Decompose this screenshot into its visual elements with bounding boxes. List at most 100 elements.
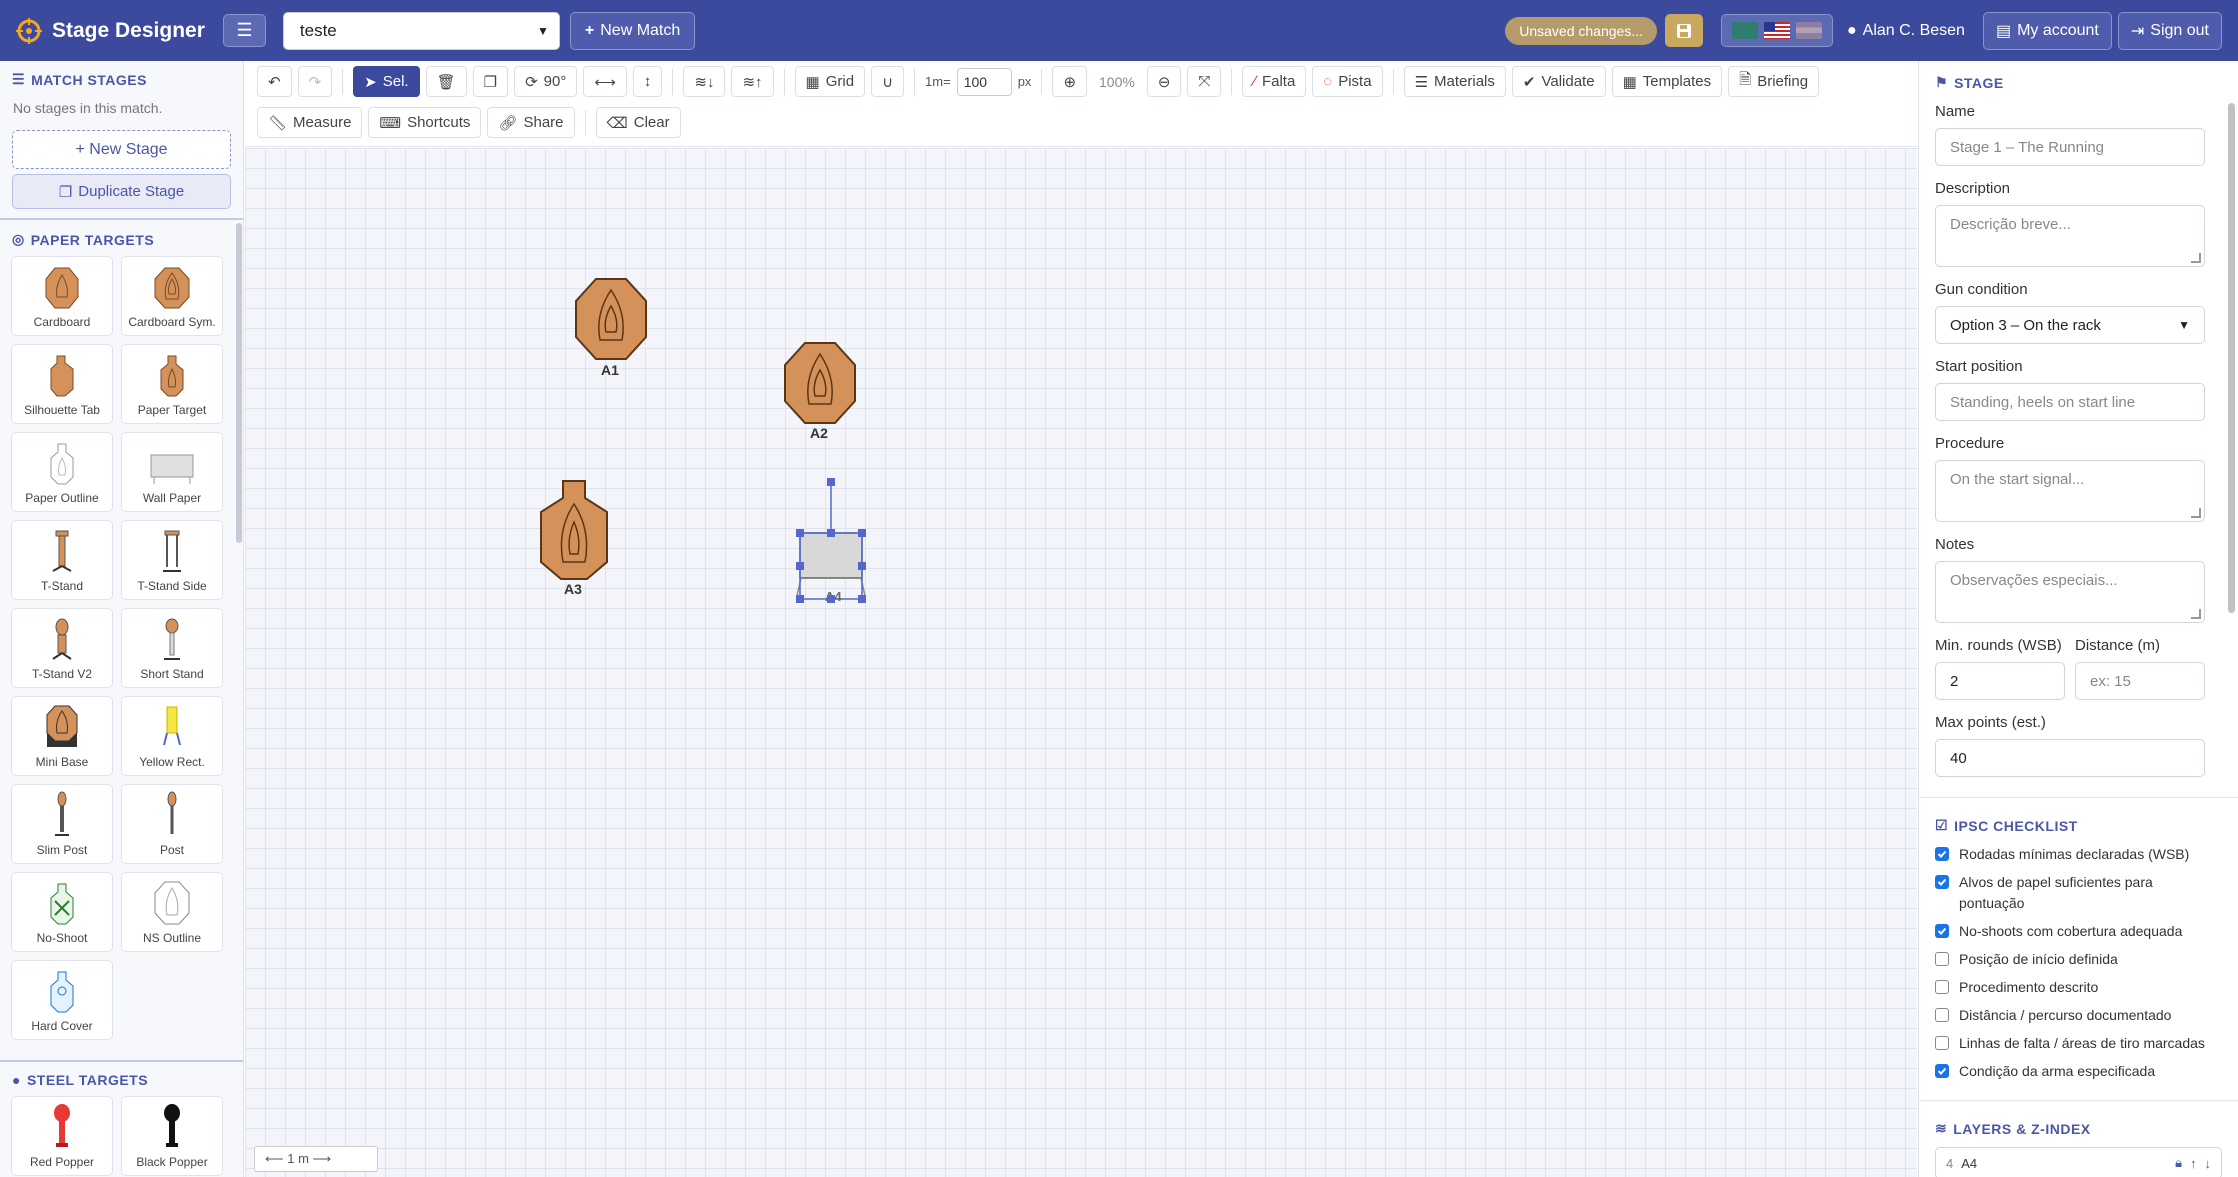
target-t-stand-v2[interactable]: T-Stand V2 bbox=[11, 608, 113, 688]
scale-unit: px bbox=[1017, 74, 1032, 89]
checklist-item[interactable]: Linhas de falta / áreas de tiro marcadas bbox=[1935, 1033, 2222, 1054]
flip-horizontal-button[interactable]: ⟷ bbox=[583, 66, 627, 97]
target-t-stand[interactable]: T-Stand bbox=[11, 520, 113, 600]
stage-name-input[interactable]: Stage 1 – The Running bbox=[1935, 128, 2205, 166]
brand[interactable]: Stage Designer bbox=[16, 17, 205, 44]
templates-button[interactable]: ▦ Templates bbox=[1611, 66, 1723, 97]
arrow-up-icon[interactable]: ↑ bbox=[2190, 1156, 2197, 1171]
target-cardboard-sym[interactable]: Cardboard Sym. bbox=[121, 256, 223, 336]
shortcuts-button[interactable]: ⌨ Shortcuts bbox=[368, 107, 482, 138]
arrow-down-icon[interactable]: ↓ bbox=[2205, 1156, 2212, 1171]
checkbox-empty-icon[interactable] bbox=[1935, 1008, 1949, 1022]
pista-button[interactable]: ◌ Pista bbox=[1312, 66, 1383, 97]
checklist-item[interactable]: Rodadas mínimas declaradas (WSB) bbox=[1935, 844, 2222, 865]
grid-toggle-button[interactable]: ▦ Grid bbox=[794, 66, 866, 97]
checklist-item[interactable]: Distância / percurso documentado bbox=[1935, 1005, 2222, 1026]
undo-icon: ↶ bbox=[268, 73, 281, 91]
distance-input[interactable]: ex: 15 bbox=[2075, 662, 2205, 700]
new-stage-button[interactable]: + New Stage bbox=[12, 130, 231, 169]
target-no-shoot[interactable]: No-Shoot bbox=[11, 872, 113, 952]
target-paper-outline[interactable]: Paper Outline bbox=[11, 432, 113, 512]
select-tool-button[interactable]: ➤ Sel. bbox=[353, 66, 420, 97]
target-wall-paper[interactable]: Wall Paper bbox=[121, 432, 223, 512]
target-hard-cover[interactable]: Hard Cover bbox=[11, 960, 113, 1040]
fit-view-button[interactable]: ⤧ bbox=[1187, 66, 1222, 97]
target-red-popper[interactable]: Red Popper bbox=[11, 1096, 113, 1176]
checklist-item[interactable]: No-shoots com cobertura adequada bbox=[1935, 921, 2222, 942]
rotate-button[interactable]: ⟳ 90° bbox=[514, 66, 578, 97]
target-yellow-rect[interactable]: Yellow Rect. bbox=[121, 696, 223, 776]
validate-button[interactable]: ✔ Validate bbox=[1511, 66, 1606, 97]
briefing-button[interactable]: 🗎 Briefing bbox=[1728, 66, 1820, 97]
zoom-out-icon: ⊖ bbox=[1157, 73, 1171, 91]
materials-button[interactable]: ☰ Materials bbox=[1403, 66, 1506, 97]
undo-button[interactable]: ↶ bbox=[257, 66, 292, 97]
copy-button[interactable]: ❐ bbox=[472, 66, 509, 97]
right-scrollbar[interactable] bbox=[2228, 103, 2235, 613]
target-a3-silhouette-icon[interactable] bbox=[539, 480, 609, 580]
checkbox-empty-icon[interactable] bbox=[1935, 952, 1949, 966]
cardboard-icon bbox=[45, 267, 79, 309]
procedure-textarea[interactable]: On the start signal... bbox=[1935, 460, 2205, 522]
snap-button[interactable]: ∪ bbox=[871, 66, 905, 97]
new-match-button[interactable]: + New Match bbox=[569, 11, 696, 50]
my-account-button[interactable]: ▤ My account bbox=[1982, 11, 2112, 50]
sign-out-button[interactable]: ⇥ Sign out bbox=[2117, 11, 2222, 50]
checkbox-empty-icon[interactable] bbox=[1935, 1036, 1949, 1050]
target-slim-post[interactable]: Slim Post bbox=[11, 784, 113, 864]
clear-button[interactable]: ⌫ Clear bbox=[595, 107, 681, 138]
checklist-item[interactable]: Condição da arma especificada bbox=[1935, 1061, 2222, 1082]
checkbox-checked-icon[interactable] bbox=[1935, 1064, 1949, 1078]
target-a1-cardboard-icon[interactable] bbox=[575, 278, 647, 360]
lock-icon[interactable]: 🔒︎ bbox=[2175, 1155, 2182, 1171]
checklist-item[interactable]: Alvos de papel suficientes para pontuaçã… bbox=[1935, 872, 2222, 914]
delete-button[interactable]: 🗑︎ bbox=[425, 66, 467, 97]
checklist-item[interactable]: Procedimento descrito bbox=[1935, 977, 2222, 998]
checkbox-checked-icon[interactable] bbox=[1935, 847, 1949, 861]
left-scrollbar[interactable] bbox=[236, 223, 242, 543]
checkbox-checked-icon[interactable] bbox=[1935, 924, 1949, 938]
layer-up-button[interactable]: ≋↑ bbox=[731, 66, 774, 97]
scale-input[interactable]: 100 bbox=[956, 67, 1012, 96]
brazil-flag-icon[interactable] bbox=[1731, 22, 1758, 39]
max-points-input[interactable]: 40 bbox=[1935, 739, 2205, 777]
target-ns-outline[interactable]: NS Outline bbox=[121, 872, 223, 952]
redo-button[interactable]: ↷ bbox=[297, 66, 333, 97]
share-button[interactable]: 🔗︎ Share bbox=[487, 107, 575, 138]
match-select[interactable]: teste ▼ bbox=[282, 11, 560, 50]
duplicate-stage-button[interactable]: ❐ Duplicate Stage bbox=[12, 174, 231, 209]
target-silhouette-tab[interactable]: Silhouette Tab bbox=[11, 344, 113, 424]
measure-button[interactable]: 📏︎ Measure bbox=[257, 107, 363, 138]
target-t-stand-side[interactable]: T-Stand Side bbox=[121, 520, 223, 600]
flip-vertical-button[interactable]: ↕ bbox=[632, 66, 663, 97]
gun-condition-select[interactable]: Option 3 – On the rack ▼ bbox=[1935, 306, 2205, 344]
menu-toggle-button[interactable]: ☰ bbox=[222, 14, 266, 47]
notes-textarea[interactable]: Observações especiais... bbox=[1935, 561, 2205, 623]
zoom-in-button[interactable]: ⊕ bbox=[1052, 66, 1088, 97]
circle-icon: ● bbox=[12, 1072, 21, 1088]
falta-line-button[interactable]: ∕ Falta bbox=[1242, 66, 1307, 97]
spain-flag-icon[interactable] bbox=[1795, 22, 1822, 39]
stage-canvas[interactable]: A1 A2 A3 A4 ⟵ 1 m ⟶ bbox=[245, 148, 1917, 1177]
target-cardboard[interactable]: Cardboard bbox=[11, 256, 113, 336]
target-a4-wall-paper-icon[interactable]: A4 bbox=[785, 478, 895, 608]
zoom-out-button[interactable]: ⊖ bbox=[1146, 66, 1182, 97]
checkbox-empty-icon[interactable] bbox=[1935, 980, 1949, 994]
target-post[interactable]: Post bbox=[121, 784, 223, 864]
target-short-stand[interactable]: Short Stand bbox=[121, 608, 223, 688]
layer-down-button[interactable]: ≋↓ bbox=[683, 66, 726, 97]
target-mini-base[interactable]: Mini Base bbox=[11, 696, 113, 776]
target-black-popper[interactable]: Black Popper bbox=[121, 1096, 223, 1176]
min-rounds-input[interactable]: 2 bbox=[1935, 662, 2065, 700]
layer-item[interactable]: 4 A4 🔒︎ ↑ ↓ bbox=[1935, 1147, 2222, 1177]
description-textarea[interactable]: Descrição breve... bbox=[1935, 205, 2205, 267]
usa-flag-icon[interactable] bbox=[1763, 22, 1790, 39]
target-paper-target[interactable]: Paper Target bbox=[121, 344, 223, 424]
start-position-input[interactable]: Standing, heels on start line bbox=[1935, 383, 2205, 421]
checkbox-checked-icon[interactable] bbox=[1935, 875, 1949, 889]
rotate-icon: ⟳ bbox=[525, 73, 538, 91]
save-button[interactable] bbox=[1664, 14, 1703, 47]
checklist-label: Distância / percurso documentado bbox=[1959, 1007, 2172, 1023]
target-a2-cardboard-icon[interactable] bbox=[784, 342, 856, 424]
checklist-item[interactable]: Posição de início definida bbox=[1935, 949, 2222, 970]
